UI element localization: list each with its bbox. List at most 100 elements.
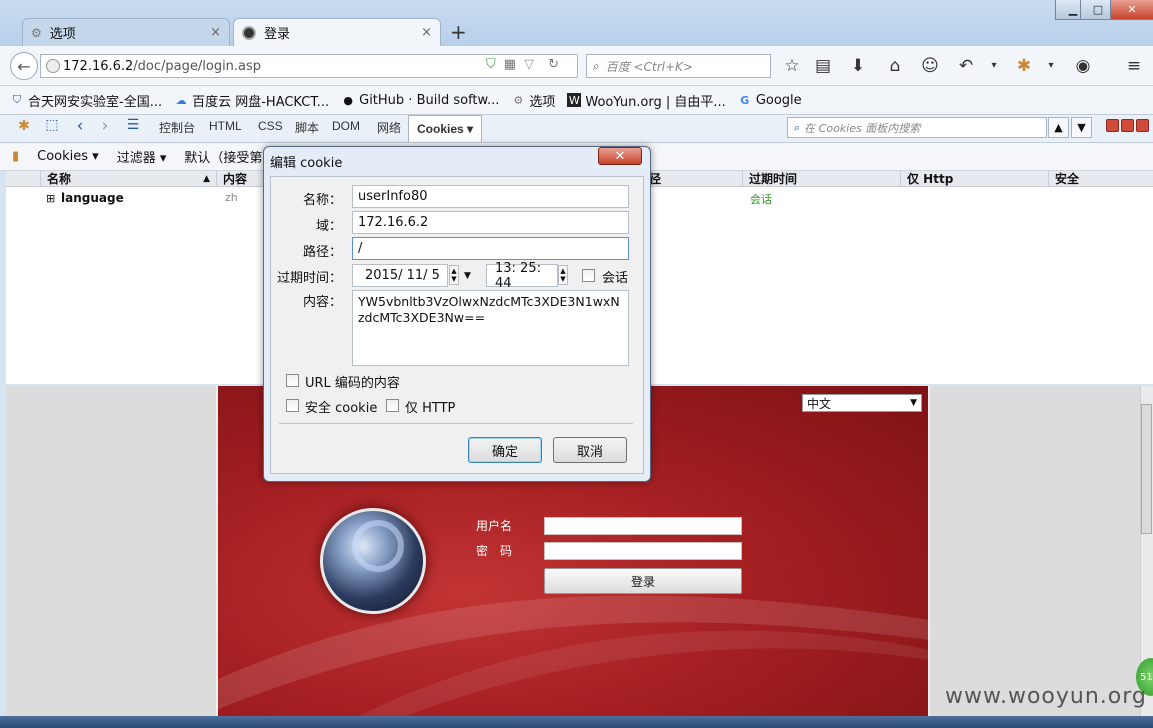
- firebug-icon[interactable]: ✱: [14, 118, 34, 134]
- bookmark-label: 选项: [529, 94, 556, 110]
- globe-icon[interactable]: ◉: [1073, 56, 1093, 76]
- bookmark-star-icon[interactable]: ☆: [782, 56, 802, 76]
- firebug-search-input[interactable]: ⌕ 在 Cookies 面板内搜索: [787, 117, 1047, 138]
- reload-icon[interactable]: ↻: [548, 57, 559, 72]
- dialog-title: 编辑 cookie: [270, 156, 343, 171]
- ok-button[interactable]: 确定: [468, 437, 542, 463]
- next-icon[interactable]: ›: [95, 116, 115, 136]
- username-input[interactable]: [544, 517, 742, 535]
- bookmark-item[interactable]: W WooYun.org | 自由平...: [567, 91, 726, 110]
- url-encode-checkbox[interactable]: [286, 374, 299, 387]
- menu-icon[interactable]: ≡: [1124, 56, 1144, 76]
- login-button[interactable]: 登录: [544, 568, 742, 594]
- list-icon[interactable]: ☰: [123, 117, 143, 133]
- dialog-separator: [279, 423, 633, 424]
- firebug-minimize-button[interactable]: [1106, 119, 1119, 132]
- secure-checkbox[interactable]: [286, 399, 299, 412]
- column-name[interactable]: 名称 ▲: [40, 171, 216, 187]
- bookmark-item[interactable]: ⛉ 合天网安实验室-全国...: [10, 91, 162, 110]
- firebug-detach-button[interactable]: [1121, 119, 1134, 132]
- path-input[interactable]: /: [352, 237, 629, 260]
- undo-dropdown-icon[interactable]: ▾: [984, 60, 1004, 71]
- column-expires[interactable]: 过期时间: [742, 171, 900, 187]
- column-path[interactable]: 径: [642, 171, 742, 187]
- tab-html[interactable]: HTML: [209, 119, 242, 133]
- default-policy-menu[interactable]: 默认（接受第: [184, 147, 262, 166]
- dialog-close-button[interactable]: ✕: [598, 147, 642, 165]
- column-secure[interactable]: 安全: [1048, 171, 1153, 187]
- bookmark-item[interactable]: ☁ 百度云 网盘-HACKCT...: [174, 91, 330, 110]
- url-encode-label: URL 编码的内容: [305, 376, 400, 391]
- qr-code-icon[interactable]: ▦: [504, 57, 516, 72]
- calendar-dropdown-icon[interactable]: ▼: [464, 271, 471, 281]
- cookies-menu[interactable]: Cookies ▾: [37, 149, 99, 164]
- spin-down-icon: ▼: [560, 275, 566, 283]
- spin-up-icon: ▲: [451, 267, 457, 275]
- dropdown-icon[interactable]: ▽: [524, 57, 534, 72]
- download-icon[interactable]: ⬇: [848, 56, 868, 76]
- time-spinner[interactable]: ▲ ▼: [558, 265, 568, 285]
- firebug-icon[interactable]: ✱: [1014, 56, 1034, 76]
- search-next-button[interactable]: ▼: [1071, 117, 1092, 138]
- wooyun-icon: W: [567, 93, 582, 107]
- expires-date-input[interactable]: 2015/ 11/ 5: [352, 264, 448, 287]
- scrollbar-thumb[interactable]: [1141, 404, 1152, 534]
- content-textarea[interactable]: YW5vbnltb3VzOlwxNzdcMTc3XDE3N1wxNzdcMTc3…: [352, 290, 629, 366]
- tab-cookies[interactable]: Cookies ▾: [408, 115, 483, 142]
- bookmark-item[interactable]: ⚙ 选项: [511, 91, 555, 110]
- bookmark-item[interactable]: G Google: [738, 93, 801, 108]
- tab-dom[interactable]: DOM: [332, 119, 360, 133]
- column-http-only[interactable]: 仅 Http: [900, 171, 1048, 187]
- language-select-value: 中文: [807, 396, 832, 411]
- reading-list-icon[interactable]: ▤: [813, 56, 833, 76]
- domain-label: 域：: [315, 219, 342, 234]
- back-button[interactable]: ←: [10, 52, 38, 80]
- expires-time-input[interactable]: 13: 25: 44: [486, 261, 558, 291]
- filter-menu[interactable]: 过滤器 ▾: [117, 147, 167, 166]
- domain-input[interactable]: 172.16.6.2: [352, 211, 629, 234]
- site-info-icon[interactable]: [46, 59, 60, 73]
- http-only-checkbox[interactable]: [386, 399, 399, 412]
- spin-up-icon: ▲: [560, 267, 566, 275]
- shield-check-icon[interactable]: ⛉: [486, 57, 496, 72]
- home-icon[interactable]: ⌂: [885, 56, 905, 76]
- firebug-dropdown-icon[interactable]: ▾: [1041, 60, 1061, 71]
- google-icon: G: [740, 93, 750, 107]
- bookmark-label: WooYun.org | 自由平...: [585, 94, 726, 110]
- expand-icon[interactable]: ⊞: [46, 192, 55, 205]
- search-prev-button[interactable]: ▲: [1048, 117, 1069, 138]
- search-icon: ⌕: [794, 120, 801, 134]
- undo-icon[interactable]: ↶: [956, 56, 976, 76]
- close-tab-icon[interactable]: ×: [421, 25, 432, 40]
- tab-options[interactable]: ⚙ 选项 ×: [22, 18, 230, 46]
- firebug-close-button[interactable]: [1136, 119, 1149, 132]
- search-icon: ⌕: [593, 58, 600, 73]
- new-tab-button[interactable]: +: [450, 20, 467, 44]
- tab-css[interactable]: CSS: [258, 119, 283, 133]
- session-checkbox[interactable]: [582, 269, 595, 282]
- back-arrow-icon: ←: [17, 56, 31, 76]
- date-spinner[interactable]: ▲ ▼: [449, 265, 459, 285]
- cloud-icon: ☁: [175, 93, 187, 107]
- password-input[interactable]: [544, 542, 742, 560]
- tab-login[interactable]: 登录 ×: [233, 18, 441, 46]
- name-label: 名称：: [302, 193, 342, 208]
- content-label: 内容：: [302, 295, 342, 310]
- expires-label: 过期时间：: [276, 271, 342, 286]
- bookmark-item[interactable]: ● GitHub · Build softw...: [341, 93, 499, 108]
- close-window-button[interactable]: ✕: [1110, 0, 1153, 20]
- secure-label: 安全 cookie: [305, 401, 378, 416]
- tab-script[interactable]: 脚本: [295, 119, 319, 136]
- chevron-down-icon: ▼: [910, 398, 917, 408]
- tab-net[interactable]: 网络: [377, 119, 401, 136]
- inspect-icon[interactable]: ⬚: [42, 117, 62, 133]
- cancel-button[interactable]: 取消: [553, 437, 627, 463]
- language-select[interactable]: 中文 ▼: [802, 394, 922, 412]
- prev-icon[interactable]: ‹: [70, 116, 90, 136]
- close-tab-icon[interactable]: ×: [210, 25, 221, 40]
- cookie-name-cell[interactable]: language: [61, 191, 124, 205]
- name-input[interactable]: userInfo80: [352, 185, 629, 208]
- search-bar[interactable]: ⌕ 百度 <Ctrl+K>: [586, 54, 771, 78]
- chat-icon[interactable]: ☺: [920, 56, 940, 76]
- tab-console[interactable]: 控制台: [159, 119, 195, 136]
